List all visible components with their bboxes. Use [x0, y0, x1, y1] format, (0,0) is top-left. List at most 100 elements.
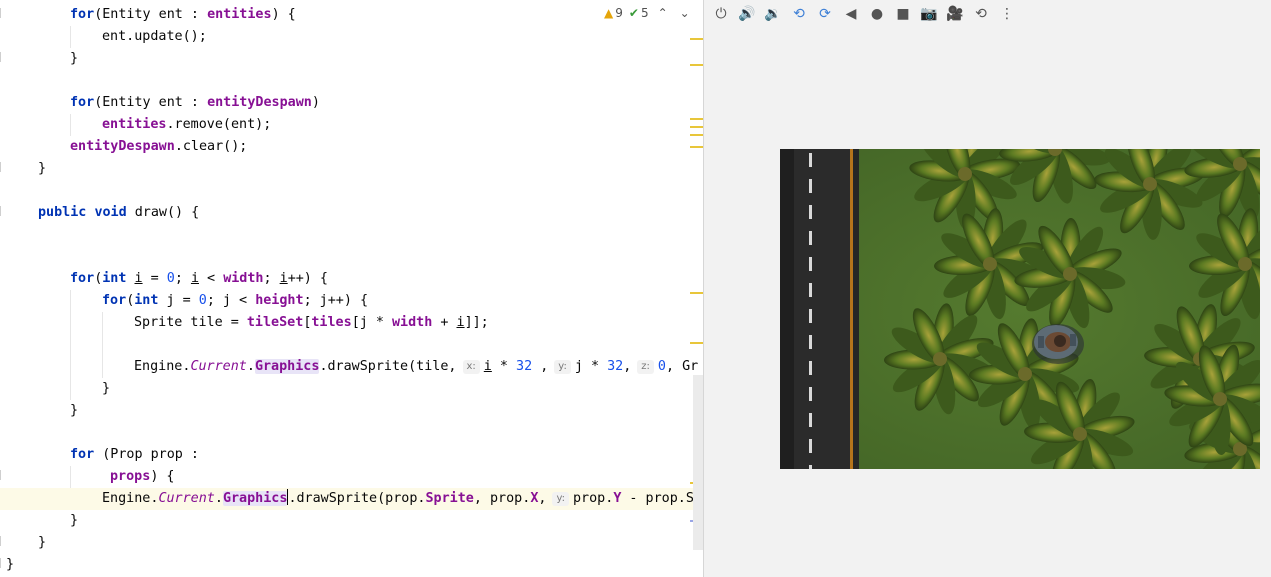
overview-icon-glyph: ■: [896, 6, 910, 22]
error-stripe-mark[interactable]: [690, 64, 703, 66]
code-token: <: [199, 271, 224, 286]
code-line[interactable]: }: [0, 48, 78, 70]
volume-up-icon-glyph: 🔊: [738, 6, 756, 22]
camera-icon-glyph: 📷: [920, 6, 938, 22]
code-token: ,: [532, 359, 549, 374]
warning-icon: ▲: [604, 6, 614, 20]
error-stripe-mark[interactable]: [690, 292, 703, 294]
code-token: Engine.: [134, 359, 191, 374]
code-token: entityDespawn: [70, 139, 175, 154]
code-line[interactable]: }: [0, 378, 110, 400]
road-edge-line: [850, 149, 853, 469]
parameter-hint: y:: [554, 360, 571, 374]
code-line[interactable]: for(int j = 0; j < height; j++) {: [0, 290, 368, 312]
emulator-toolbar: ⏻ 🔊 🔉 ⟲ ⟳ ◀ ● ■ 📷 🎥 ⟲ ⋮: [704, 0, 1271, 28]
code-token: width: [223, 271, 264, 286]
code-line[interactable]: public void draw() {: [0, 202, 199, 224]
chevron-up-icon[interactable]: ⌃: [655, 6, 671, 20]
code-token: Current: [190, 359, 247, 374]
overview-icon[interactable]: ■: [890, 1, 916, 27]
code-editor[interactable]: for(Entity ent : entities) { ent.update(…: [0, 0, 703, 577]
code-token: i: [483, 359, 492, 374]
code-token: +: [432, 315, 457, 330]
code-line[interactable]: for(Entity ent : entityDespawn): [0, 92, 320, 114]
road-shoulder: [780, 149, 794, 469]
weak-warning-icon: ✔: [628, 6, 639, 20]
emulator-panel: ⏻ 🔊 🔉 ⟲ ⟳ ◀ ● ■ 📷 🎥 ⟲ ⋮: [704, 0, 1271, 577]
code-line[interactable]: }: [0, 554, 32, 576]
code-line-current[interactable]: Engine.Current.Graphics.drawSprite(prop.…: [0, 488, 703, 510]
code-line[interactable]: props) {: [0, 466, 175, 488]
more-icon[interactable]: ⋮: [994, 1, 1020, 27]
rotate-left-icon-glyph: ⟲: [793, 6, 805, 22]
error-stripe-mark[interactable]: [690, 38, 703, 40]
code-token: i: [134, 271, 143, 286]
code-token: Graphics: [254, 359, 320, 374]
code-token: Engine.: [102, 491, 159, 506]
indent-guide: [70, 290, 71, 400]
code-token: - prop.Spr: [621, 491, 703, 506]
code-token: entities: [207, 7, 272, 22]
code-token: 0: [198, 293, 207, 308]
rotate-right-icon[interactable]: ⟳: [812, 1, 838, 27]
camera-icon[interactable]: 📷: [916, 1, 942, 27]
code-token: i: [190, 271, 199, 286]
rotate-right-icon-glyph: ⟳: [819, 6, 831, 22]
code-token: (Entity ent :: [94, 95, 208, 110]
code-line[interactable]: Sprite tile = tileSet[tiles[j * width + …: [0, 312, 489, 334]
code-token: void: [94, 205, 127, 220]
volume-up-icon[interactable]: 🔊: [734, 1, 760, 27]
code-token: for: [70, 95, 95, 110]
code-line[interactable]: entityDespawn.clear();: [0, 136, 247, 158]
parameter-hint: x:: [462, 360, 480, 374]
code-token: width: [392, 315, 433, 330]
code-token: .clear();: [174, 139, 248, 154]
code-token: ent.update();: [102, 29, 207, 44]
error-stripe-mark[interactable]: [690, 126, 703, 128]
code-line[interactable]: entities.remove(ent);: [0, 114, 271, 136]
code-token: (Entity ent :: [94, 7, 208, 22]
code-token: ; j <: [206, 293, 256, 308]
power-icon[interactable]: ⏻: [708, 1, 734, 27]
snapshot-icon[interactable]: ⟲: [968, 1, 994, 27]
code-line[interactable]: }: [0, 532, 46, 554]
error-stripe-mark[interactable]: [690, 146, 703, 148]
home-icon[interactable]: ●: [864, 1, 890, 27]
code-token: ]];: [464, 315, 489, 330]
screen-record-icon[interactable]: 🎥: [942, 1, 968, 27]
lane-dash: [809, 413, 812, 427]
code-token: ;: [263, 271, 280, 286]
code-line[interactable]: }: [0, 510, 78, 532]
inspection-widget[interactable]: ▲ 9 ✔ 5 ⌃ ⌄: [604, 4, 693, 22]
code-token: Sprite: [425, 491, 474, 506]
error-stripe-mark[interactable]: [690, 342, 703, 344]
chevron-down-icon[interactable]: ⌄: [677, 6, 693, 20]
code-token: }: [38, 535, 47, 550]
error-stripe-mark[interactable]: [690, 118, 703, 120]
code-line[interactable]: ent.update();: [0, 26, 207, 48]
game-canvas[interactable]: [780, 149, 1260, 469]
code-line[interactable]: }: [0, 400, 78, 422]
code-token: 0: [166, 271, 175, 286]
error-stripe-mark[interactable]: [690, 134, 703, 136]
code-token: , Gr: [665, 359, 699, 374]
back-icon[interactable]: ◀: [838, 1, 864, 27]
code-token: ,: [538, 491, 547, 506]
game-screen[interactable]: [780, 149, 1260, 469]
power-icon-glyph: ⏻: [715, 6, 727, 22]
rotate-left-icon[interactable]: ⟲: [786, 1, 812, 27]
volume-down-icon[interactable]: 🔉: [760, 1, 786, 27]
code-line[interactable]: for (Prop prop :: [0, 444, 199, 466]
lane-dash: [809, 179, 812, 193]
code-token: tileSet: [246, 315, 304, 330]
code-token: public: [38, 205, 87, 220]
indent-guide: [102, 312, 103, 378]
code-line[interactable]: for(Entity ent : entities) {: [0, 4, 296, 26]
player-character: [1032, 324, 1084, 364]
vertical-scrollbar[interactable]: [693, 375, 703, 550]
code-token: ) {: [271, 7, 296, 22]
code-line[interactable]: }: [0, 158, 46, 180]
code-token: }: [70, 403, 79, 418]
code-line[interactable]: Engine.Current.Graphics.drawSprite(tile,…: [0, 356, 698, 378]
code-line[interactable]: for(int i = 0; i < width; i++) {: [0, 268, 328, 290]
